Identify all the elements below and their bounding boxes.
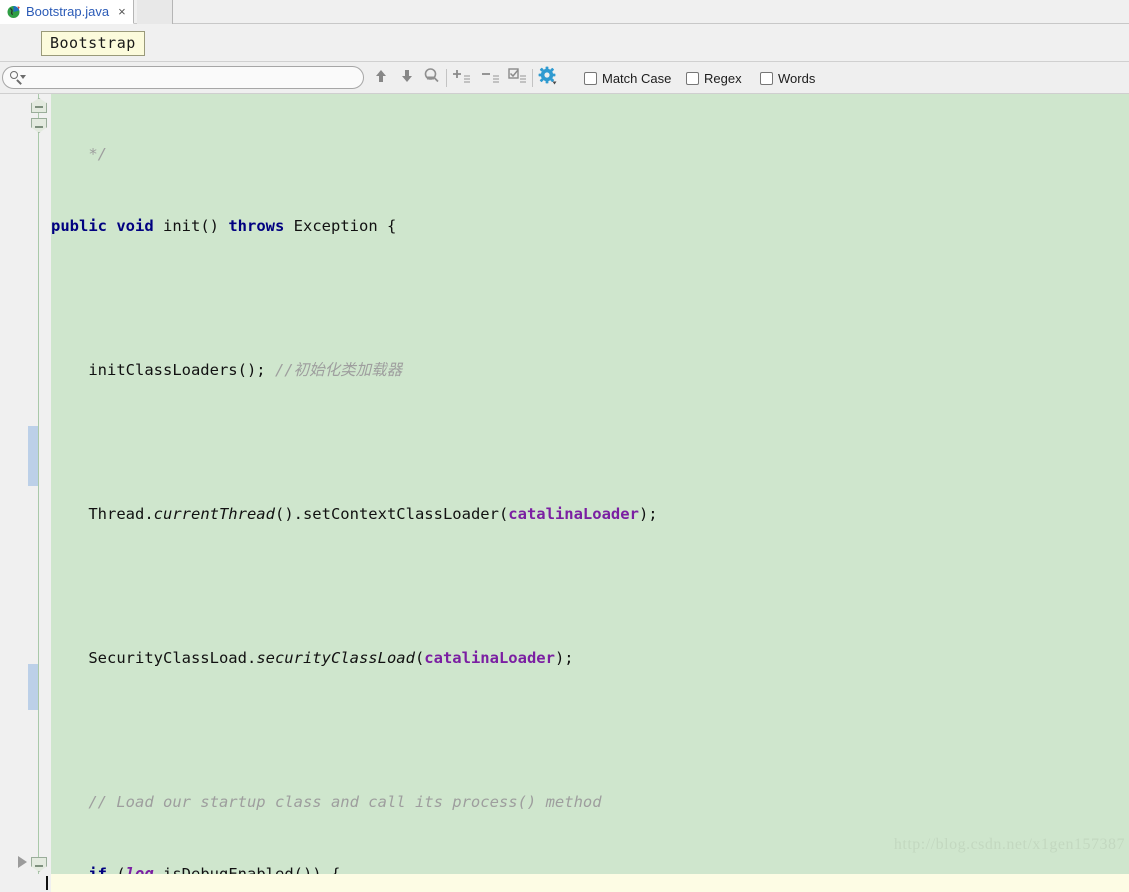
remove-line-button[interactable] bbox=[481, 67, 503, 89]
bottom-strip bbox=[0, 874, 1129, 892]
find-next-button[interactable] bbox=[396, 67, 418, 89]
change-marker-2 bbox=[28, 664, 38, 710]
regex-label[interactable]: Regex bbox=[704, 71, 742, 86]
arrow-up-icon bbox=[373, 68, 389, 89]
code-line bbox=[51, 430, 1129, 454]
code-line bbox=[51, 718, 1129, 742]
tab-placeholder bbox=[137, 0, 173, 24]
plus-lines-icon bbox=[452, 67, 474, 90]
regex-checkbox[interactable] bbox=[686, 72, 699, 85]
select-lines-button[interactable] bbox=[508, 67, 530, 89]
regex-checkbox-group[interactable]: Regex bbox=[686, 62, 742, 94]
code-line: Thread.currentThread().setContextClassLo… bbox=[51, 502, 1129, 526]
editor-tab-bar: Bootstrap.java × bbox=[0, 0, 1129, 24]
fold-marker-bottom[interactable] bbox=[31, 857, 47, 872]
find-previous-button[interactable] bbox=[370, 67, 392, 89]
add-line-button[interactable] bbox=[452, 67, 474, 89]
fold-marker-end[interactable] bbox=[31, 98, 47, 113]
tab-label: Bootstrap.java bbox=[26, 4, 109, 19]
code-line: if (log.isDebugEnabled()) { bbox=[51, 862, 1129, 874]
code-line: initClassLoaders(); //初始化类加载器 bbox=[51, 358, 1129, 382]
match-case-checkbox[interactable] bbox=[584, 72, 597, 85]
java-class-icon bbox=[6, 4, 21, 19]
search-field-wrapper[interactable] bbox=[2, 66, 364, 89]
code-line bbox=[51, 286, 1129, 310]
fold-marker-start[interactable] bbox=[31, 118, 47, 133]
code-line: // Load our startup class and call its p… bbox=[51, 790, 1129, 814]
breadcrumb[interactable]: Bootstrap bbox=[41, 31, 145, 56]
gear-icon bbox=[538, 66, 558, 91]
words-label[interactable]: Words bbox=[778, 71, 815, 86]
search-input[interactable] bbox=[25, 68, 363, 88]
fold-arrow-icon[interactable] bbox=[18, 856, 27, 868]
highlight-all-icon bbox=[423, 67, 440, 89]
select-lines-icon bbox=[508, 67, 530, 90]
minus-lines-icon bbox=[481, 67, 503, 90]
match-case-checkbox-group[interactable]: Match Case bbox=[584, 62, 671, 94]
words-checkbox[interactable] bbox=[760, 72, 773, 85]
find-all-button[interactable] bbox=[420, 67, 442, 89]
watermark: http://blog.csdn.net/x1gen157387 bbox=[894, 836, 1125, 854]
close-icon[interactable]: × bbox=[118, 5, 126, 18]
editor-gutter[interactable] bbox=[0, 94, 51, 874]
code-line: public void init() throws Exception { bbox=[51, 214, 1129, 238]
words-checkbox-group[interactable]: Words bbox=[760, 62, 815, 94]
text-caret bbox=[46, 876, 48, 890]
toolbar-separator bbox=[446, 69, 447, 87]
breadcrumb-bar bbox=[0, 24, 1129, 62]
find-toolbar: Match Case Regex Words bbox=[0, 62, 1129, 94]
change-marker bbox=[28, 426, 38, 486]
arrow-down-icon bbox=[399, 68, 415, 89]
code-content[interactable]: */ public void init() throws Exception {… bbox=[51, 94, 1129, 874]
code-line bbox=[51, 574, 1129, 598]
editor-window: Bootstrap.java × Bootstrap bbox=[0, 0, 1129, 892]
tab-bootstrap-java[interactable]: Bootstrap.java × bbox=[0, 0, 134, 24]
search-icon[interactable] bbox=[9, 70, 25, 86]
toolbar-separator-2 bbox=[532, 69, 533, 87]
code-line: SecurityClassLoad.securityClassLoad(cata… bbox=[51, 646, 1129, 670]
bottom-gutter bbox=[0, 874, 51, 892]
code-line: */ bbox=[51, 142, 1129, 166]
fold-rail bbox=[38, 94, 39, 874]
code-editor[interactable]: */ public void init() throws Exception {… bbox=[0, 94, 1129, 874]
search-options-button[interactable] bbox=[537, 67, 559, 89]
match-case-label[interactable]: Match Case bbox=[602, 71, 671, 86]
